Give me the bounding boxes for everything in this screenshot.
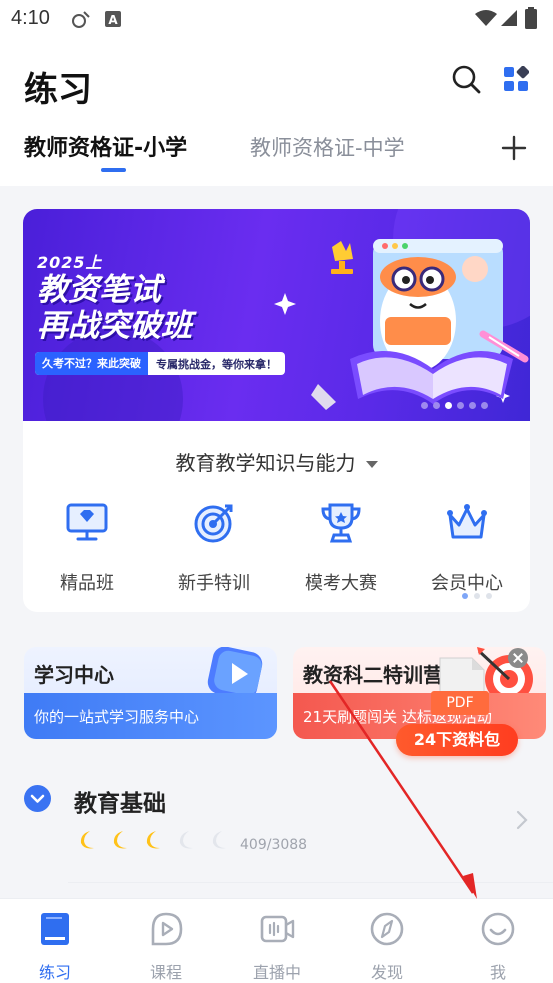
header-area: 4:10 A 练习 教师资格证-小学 教师资格证-中学 xyxy=(0,0,553,186)
pdf-badge: PDF xyxy=(431,691,489,715)
entry-label: 新手特训 xyxy=(178,573,250,594)
page-dot xyxy=(481,402,488,409)
promo-subtitle: 你的一站式学习服务中心 xyxy=(24,693,277,739)
monitor-diamond-icon xyxy=(66,503,108,541)
tab-indicator xyxy=(101,168,126,172)
page-dot-active xyxy=(445,402,452,409)
entry-page-dots xyxy=(462,593,492,599)
nav-discover[interactable]: 发现 xyxy=(352,911,422,983)
entry-label: 精品班 xyxy=(60,573,114,594)
caret-down-icon xyxy=(365,461,378,468)
pdf-doc-icon xyxy=(439,657,485,696)
moon-filled-icon xyxy=(80,831,94,849)
page-dot xyxy=(421,402,428,409)
entry-label: 会员中心 xyxy=(431,573,503,594)
nav-label: 课程 xyxy=(149,963,182,982)
signal-icon xyxy=(501,10,517,26)
promo-title: 学习中心 xyxy=(34,663,114,687)
search-icon[interactable] xyxy=(451,64,481,94)
notification-icon xyxy=(72,11,90,28)
chevron-right-icon[interactable] xyxy=(515,810,529,830)
smile-face-icon xyxy=(481,912,515,946)
entry-premium-class[interactable]: 精品班 xyxy=(37,501,137,595)
close-icon[interactable] xyxy=(508,648,528,668)
section-progress: 409/3088 xyxy=(240,837,308,853)
keyboard-a-icon: A xyxy=(105,11,121,27)
subject-selector[interactable]: 教育教学知识与能力 xyxy=(23,447,530,476)
entry-beginner-training[interactable]: 新手特训 xyxy=(164,501,264,595)
live-video-icon xyxy=(260,915,295,943)
banner-tagline: 久考不过？来此突破 专属挑战金，等你来拿！ xyxy=(35,352,285,375)
moon-empty-icon xyxy=(179,831,193,849)
page-dot xyxy=(486,593,492,599)
divider xyxy=(68,882,553,883)
page-dot xyxy=(469,402,476,409)
apps-grid-icon[interactable] xyxy=(503,66,529,92)
moon-filled-icon xyxy=(146,831,160,849)
nav-me[interactable]: 我 xyxy=(463,911,533,983)
entry-label: 模考大赛 xyxy=(305,573,377,594)
nav-live[interactable]: 直播中 xyxy=(242,911,312,983)
promo-study-center[interactable]: 学习中心 你的一站式学习服务中心 xyxy=(24,647,277,739)
nav-practice[interactable]: 练习 xyxy=(20,911,90,983)
page-dot xyxy=(457,402,464,409)
banner-headline-1: 教资笔试 xyxy=(37,272,161,308)
book-icon xyxy=(41,913,69,945)
chevron-down-icon xyxy=(30,794,45,803)
status-bar: 4:10 A xyxy=(0,0,553,40)
section-title[interactable]: 教育基础 xyxy=(74,784,166,818)
trophy-icon xyxy=(321,503,361,543)
banner-tag-text: 专属挑战金，等你来拿！ xyxy=(156,357,277,371)
banner-page-dots xyxy=(421,402,488,409)
difficulty-rating xyxy=(74,828,230,852)
battery-icon xyxy=(525,7,537,29)
feature-card: 2025上 教资笔试 再战突破班 久考不过？来此突破 专属挑战金，等你来拿！ 教… xyxy=(23,209,530,612)
nav-label: 发现 xyxy=(370,963,403,982)
promo-title: 教资科二特训营 xyxy=(303,663,443,687)
status-time: 4:10 xyxy=(11,7,50,29)
tab-primary[interactable]: 教师资格证-小学 xyxy=(24,130,187,162)
entry-member-center[interactable]: 会员中心 xyxy=(417,501,517,595)
wifi-icon xyxy=(475,10,497,26)
moon-empty-icon xyxy=(212,831,226,849)
banner-tag-highlight: 久考不过？来此突破 xyxy=(35,352,148,375)
add-icon[interactable] xyxy=(500,134,528,162)
promo-banner[interactable]: 2025上 教资笔试 再战突破班 久考不过？来此突破 专属挑战金，等你来拿！ xyxy=(23,209,530,421)
resource-pack-button[interactable]: 24下资料包 xyxy=(396,724,518,756)
banner-headline-2: 再战突破班 xyxy=(37,308,192,344)
nav-label: 我 xyxy=(489,963,506,982)
nav-label: 练习 xyxy=(38,963,71,982)
page-dot xyxy=(433,402,440,409)
subject-label: 教育教学知识与能力 xyxy=(175,451,356,475)
section-expand-icon[interactable] xyxy=(24,785,51,812)
nav-label: 直播中 xyxy=(252,963,301,982)
page-title: 练习 xyxy=(24,70,92,110)
compass-icon xyxy=(370,912,404,946)
svg-text:A: A xyxy=(108,13,118,27)
entry-mock-contest[interactable]: 模考大赛 xyxy=(291,501,391,595)
moon-filled-icon xyxy=(113,831,127,849)
crown-icon xyxy=(447,504,487,539)
tab-middle[interactable]: 教师资格证-中学 xyxy=(250,132,405,162)
bottom-nav: 练习 课程 直播中 发现 我 xyxy=(0,898,553,983)
page-dot xyxy=(474,593,480,599)
target-icon xyxy=(194,504,233,543)
nav-courses[interactable]: 课程 xyxy=(131,911,201,983)
banner-year: 2025上 xyxy=(37,253,103,272)
page-dot-active xyxy=(462,593,468,599)
play-bubble-icon xyxy=(151,912,183,946)
